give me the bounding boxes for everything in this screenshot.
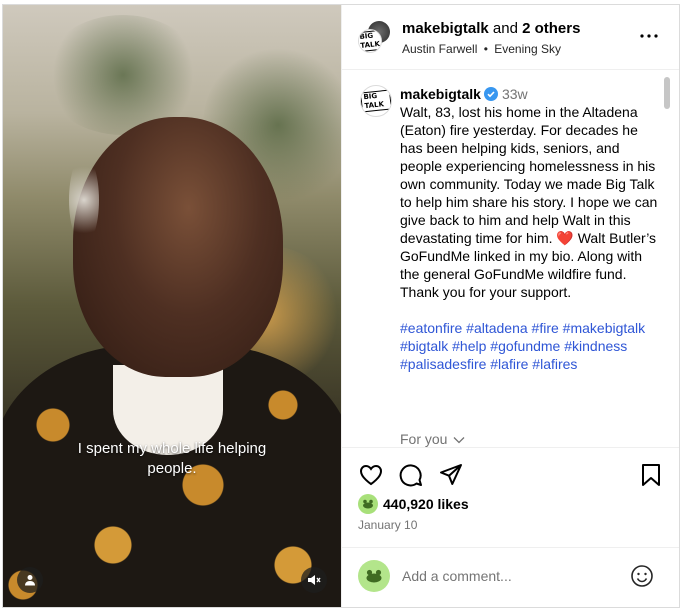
caption-author[interactable]: makebigtalk: [400, 86, 481, 102]
more-options-button[interactable]: [638, 25, 660, 47]
caption-body: Walt, 83, lost his home in the Altadena …: [400, 103, 658, 301]
post-video[interactable]: I spent my whole life helping people.: [3, 5, 341, 607]
post-actions: 440,920 likes January 10: [342, 447, 679, 547]
post-side-panel: BIG TALK makebigtalk and 2 others Austin…: [341, 5, 679, 607]
like-heart-icon[interactable]: [358, 462, 384, 488]
likes-count[interactable]: 440,920 likes: [358, 494, 469, 514]
emoji-picker-icon[interactable]: [630, 564, 654, 588]
for-you-label: For you: [400, 431, 448, 447]
header-and: and: [492, 20, 518, 37]
share-send-icon[interactable]: [438, 462, 464, 488]
post-date[interactable]: January 10: [358, 518, 417, 532]
video-caption-line2: people.: [147, 460, 197, 477]
post-age[interactable]: 33w: [502, 86, 528, 102]
person-icon: [25, 575, 35, 586]
caption-text: makebigtalk 33w Walt, 83, lost his home i…: [400, 85, 658, 373]
current-user-avatar: [358, 560, 390, 592]
header-username[interactable]: makebigtalk: [402, 20, 489, 37]
caption-body-part1: Walt, 83, lost his home in the Altadena …: [400, 104, 658, 246]
caption-area: BIG TALK makebigtalk 33w Walt, 83, lost h…: [342, 71, 679, 447]
video-caption-line1: I spent my whole life helping: [77, 440, 267, 457]
subline-separator: •: [483, 42, 488, 56]
muted-speaker-icon: [308, 575, 321, 585]
post-dialog: I spent my whole life helping people. BI…: [2, 4, 680, 608]
comment-bubble-icon[interactable]: [398, 462, 424, 488]
liker-avatar: [358, 494, 378, 514]
mute-button[interactable]: [301, 567, 327, 593]
for-you-link[interactable]: For you: [400, 431, 465, 447]
comment-input[interactable]: [402, 568, 622, 584]
caption-scrollbar[interactable]: [664, 77, 670, 109]
header-subline: Austin Farwell • Evening Sky: [402, 42, 561, 56]
bigtalk-logo-small: BIG TALK: [361, 89, 391, 113]
more-dots-icon: [640, 34, 658, 38]
heart-emoji: ❤️: [556, 230, 574, 246]
save-bookmark-icon[interactable]: [638, 462, 664, 488]
author-names: makebigtalk and 2 others: [402, 20, 580, 37]
collab-avatars[interactable]: BIG TALK: [358, 21, 390, 53]
collaborator-name[interactable]: Austin Farwell: [402, 42, 477, 56]
chevron-down-icon: [453, 437, 465, 444]
post-header: BIG TALK makebigtalk and 2 others Austin…: [342, 5, 679, 70]
audio-track[interactable]: Evening Sky: [494, 42, 561, 56]
likes-text: 440,920 likes: [383, 496, 469, 512]
tagged-users-button[interactable]: [17, 567, 43, 593]
man-face: [73, 117, 283, 377]
gray-hair: [69, 155, 99, 245]
video-caption: I spent my whole life helping people.: [3, 439, 341, 479]
caption-hashtags[interactable]: #eatonfire #altadena #fire #makebigtalk …: [400, 319, 658, 373]
frog-icon: [363, 499, 373, 509]
comment-bar: [342, 547, 679, 607]
frog-icon: [366, 569, 382, 583]
caption-author-avatar[interactable]: BIG TALK: [360, 85, 392, 117]
author-avatar: BIG TALK: [358, 29, 382, 53]
bigtalk-logo: BIG TALK: [359, 30, 381, 52]
header-others[interactable]: 2 others: [522, 20, 580, 37]
verified-badge-icon: [483, 87, 498, 101]
